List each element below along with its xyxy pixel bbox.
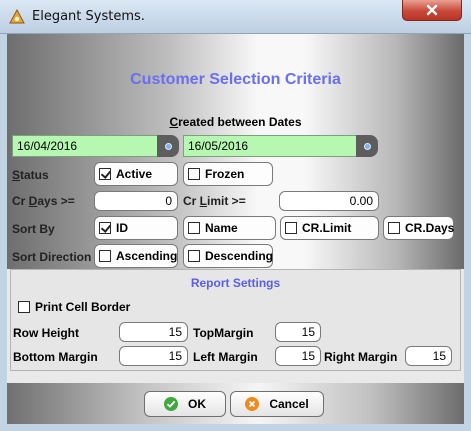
cancel-icon — [245, 397, 260, 411]
ok-button[interactable]: OK — [144, 391, 226, 417]
bottom-margin-input[interactable]: 15 — [119, 346, 188, 366]
calendar-icon — [363, 142, 371, 150]
close-icon — [426, 4, 438, 16]
sort-descending-checkbox[interactable]: Descending — [183, 244, 273, 268]
status-active-checkbox[interactable]: Active — [94, 162, 178, 186]
date-range-label-rest: reated between Dates — [178, 115, 302, 129]
sort-by-crlimit-checkbox[interactable]: CR.Limit — [280, 216, 379, 240]
cr-days-label: Cr Days >= — [12, 194, 75, 208]
date-range-label: Created between Dates — [0, 115, 471, 129]
left-margin-label: Left Margin — [193, 350, 258, 364]
left-margin-input[interactable]: 15 — [275, 346, 321, 366]
status-label: Status — [12, 168, 49, 182]
cr-days-label-part: Cr — [12, 194, 29, 208]
calendar-icon — [164, 142, 172, 150]
from-date-field[interactable]: 16/04/2016 — [12, 135, 165, 157]
ok-button-label: OK — [188, 397, 206, 411]
date-range-label-mnemonic: C — [169, 115, 179, 129]
sort-by-label: Sort By — [12, 222, 55, 236]
checkbox-unchecked-icon — [188, 250, 200, 262]
check-icon — [164, 397, 178, 411]
row-height-label: Row Height — [13, 326, 79, 340]
report-settings-title: Report Settings — [190, 276, 281, 290]
page-title: Customer Selection Criteria — [130, 71, 341, 88]
window-frame-bottom — [0, 424, 471, 431]
checkbox-label: CR.Days — [405, 221, 455, 235]
sort-by-crdays-checkbox[interactable]: CR.Days — [383, 216, 454, 240]
checkbox-label: Frozen — [205, 167, 245, 181]
checkbox-label: Descending — [205, 249, 274, 263]
cr-limit-label-part: Cr — [183, 194, 200, 208]
checkbox-unchecked-icon — [99, 250, 111, 262]
top-margin-input[interactable]: 15 — [275, 322, 321, 342]
sort-by-id-checkbox[interactable]: ID — [94, 216, 178, 240]
from-date-picker-button[interactable] — [157, 135, 179, 157]
status-label-rest: tatus — [20, 168, 49, 182]
checkbox-label: ID — [116, 221, 128, 235]
right-margin-input[interactable]: 15 — [405, 346, 452, 366]
checkbox-unchecked-icon — [188, 222, 200, 234]
checkbox-label: Active — [116, 167, 153, 181]
window-frame-right — [464, 34, 471, 431]
row-height-input[interactable]: 15 — [119, 322, 188, 342]
cr-limit-input[interactable]: 0.00 — [279, 191, 379, 211]
checkbox-label: Name — [205, 221, 238, 235]
cr-days-input[interactable]: 0 — [94, 191, 178, 211]
window-frame-left — [0, 34, 7, 431]
close-button[interactable] — [402, 0, 462, 21]
checkbox-unchecked-icon — [388, 222, 400, 234]
checkbox-label: Print Cell Border — [35, 300, 131, 314]
cancel-button[interactable]: Cancel — [230, 391, 324, 417]
print-cell-border-checkbox[interactable]: Print Cell Border — [18, 300, 130, 314]
checkbox-checked-icon — [99, 168, 111, 180]
checkbox-unchecked-icon — [18, 301, 30, 313]
status-frozen-checkbox[interactable]: Frozen — [183, 162, 273, 186]
checkbox-unchecked-icon — [188, 168, 200, 180]
checkbox-label: Ascending — [116, 249, 178, 263]
sort-direction-label: Sort Direction — [12, 250, 92, 264]
bottom-margin-label: Bottom Margin — [13, 350, 98, 364]
cr-limit-label-mnemonic: L — [199, 194, 208, 208]
right-margin-label: Right Margin — [324, 350, 398, 364]
sort-by-name-checkbox[interactable]: Name — [183, 216, 276, 240]
checkbox-unchecked-icon — [285, 222, 297, 234]
app-logo-icon — [9, 9, 25, 24]
window-title: Elegant Systems. — [32, 9, 145, 24]
cr-days-label-rest: ays >= — [37, 194, 75, 208]
to-date-picker-button[interactable] — [356, 135, 378, 157]
cr-limit-label: Cr Limit >= — [183, 194, 246, 208]
status-label-mnemonic: S — [12, 168, 21, 182]
title-bar: Elegant Systems. — [0, 0, 471, 34]
cancel-button-label: Cancel — [269, 397, 309, 411]
checkbox-label: CR.Limit — [302, 221, 352, 235]
cr-limit-label-rest: imit >= — [207, 194, 246, 208]
top-margin-label: TopMargin — [193, 326, 254, 340]
checkbox-checked-icon — [99, 222, 111, 234]
sort-ascending-checkbox[interactable]: Ascending — [94, 244, 178, 268]
to-date-field[interactable]: 16/05/2016 — [183, 135, 358, 157]
